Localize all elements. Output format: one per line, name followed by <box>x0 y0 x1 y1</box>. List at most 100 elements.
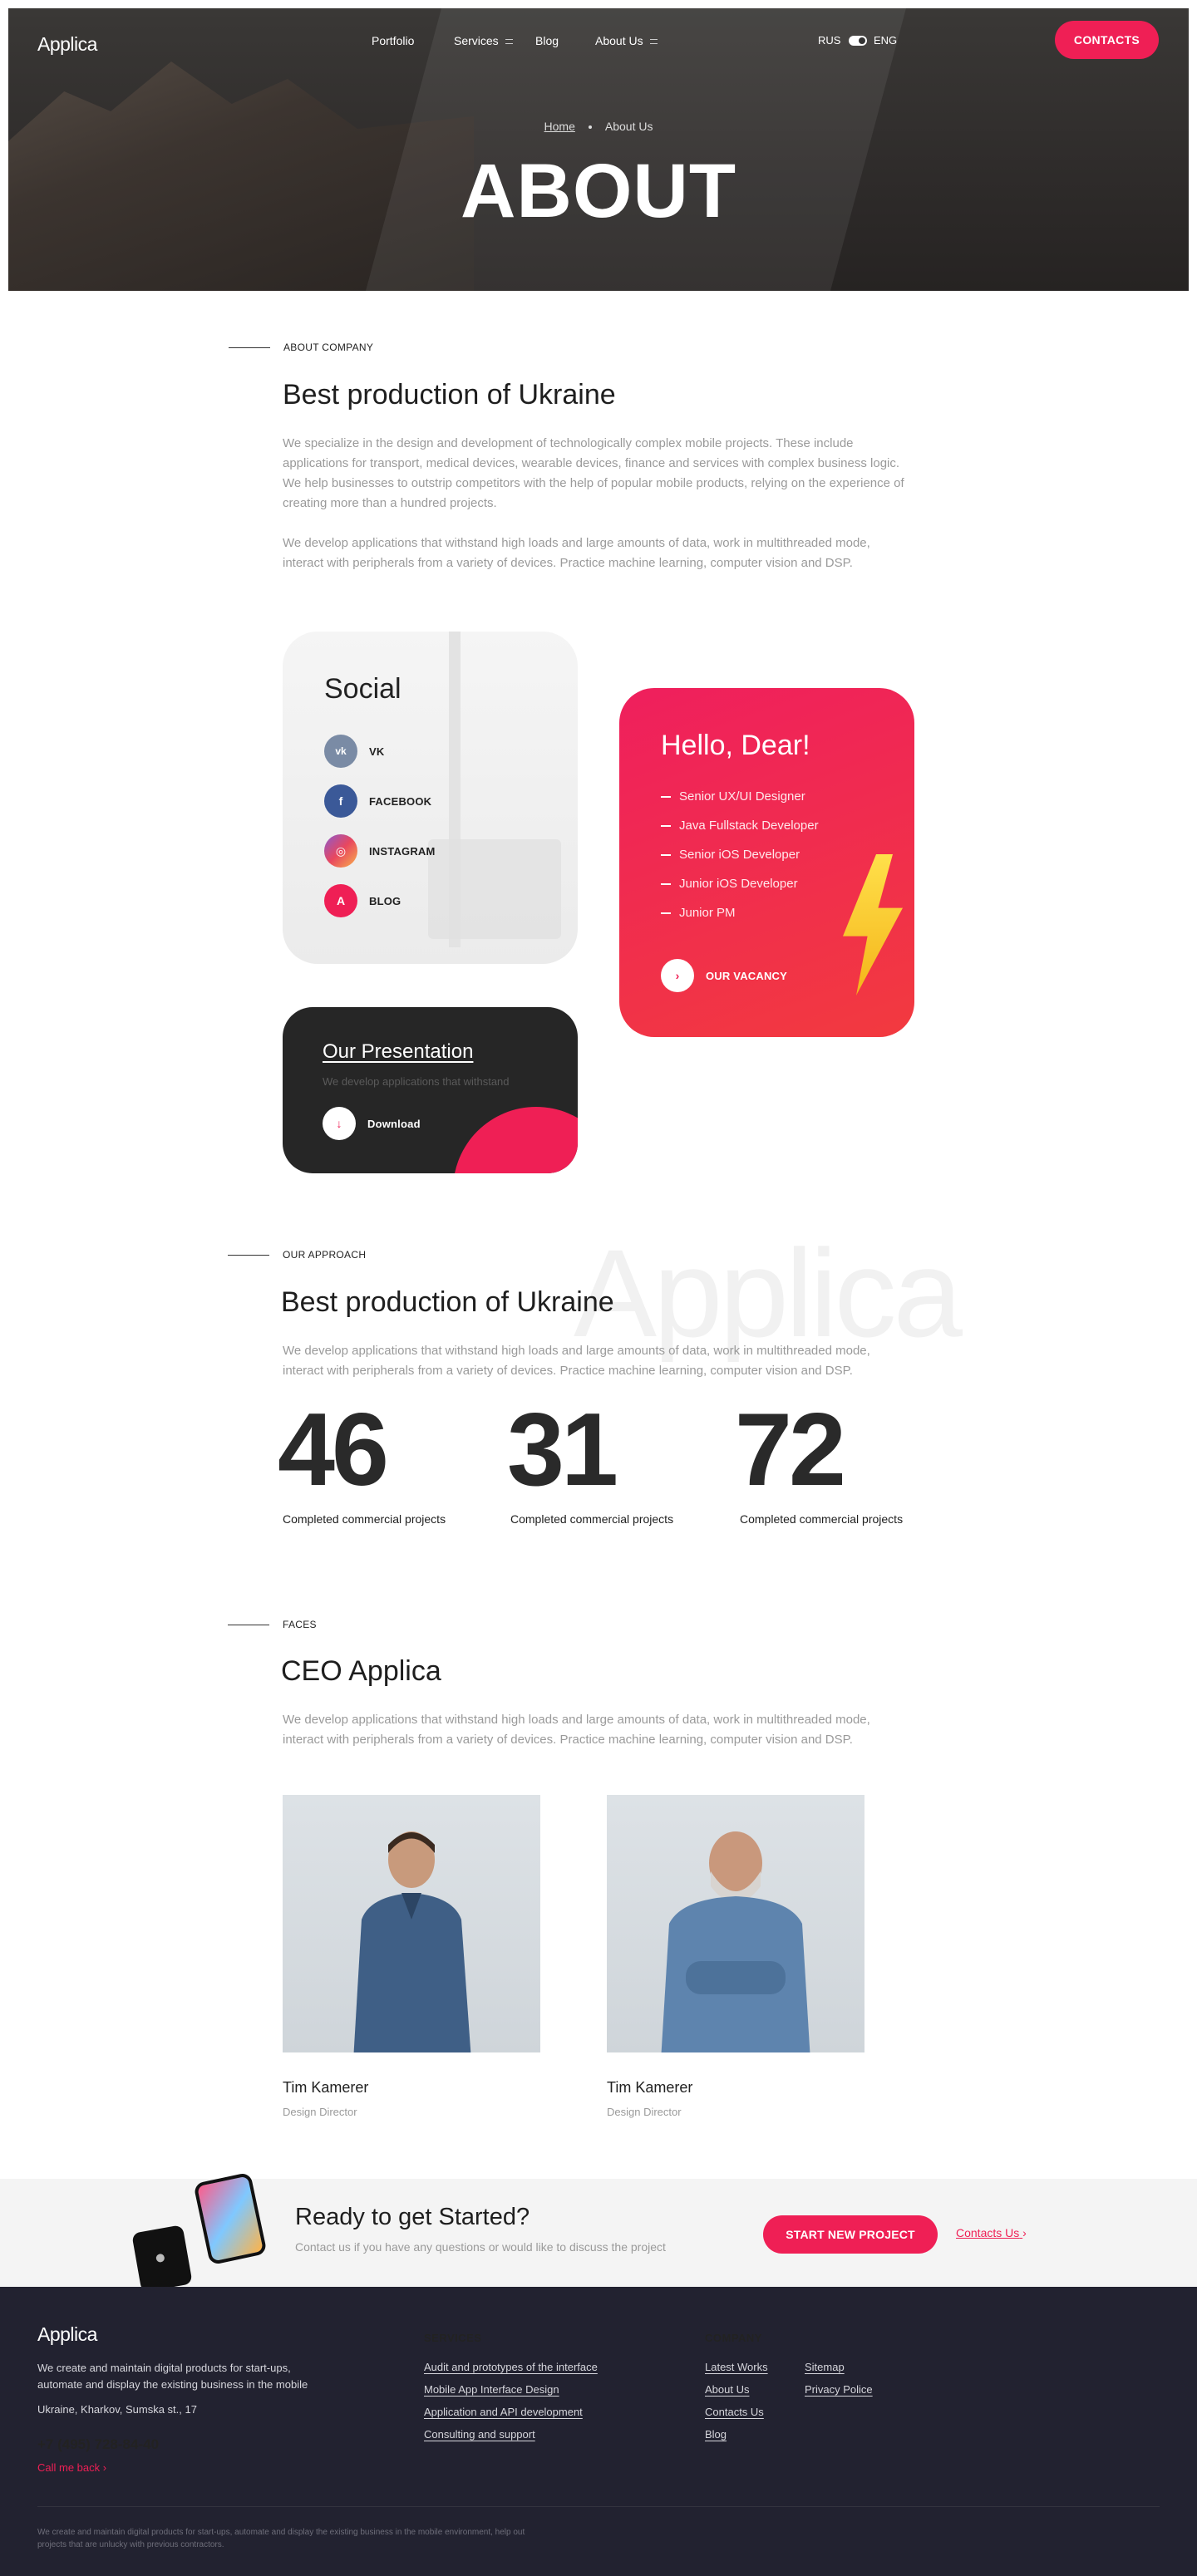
cta-subtitle: Contact us if you have any questions or … <box>295 2240 666 2254</box>
call-me-back-label: Call me back <box>37 2461 101 2474</box>
footer-company-link[interactable]: About Us <box>705 2383 749 2396</box>
footer-company-heading: COMPANY <box>705 2332 762 2344</box>
vacancy-item[interactable]: Junior PM <box>661 906 736 920</box>
hero-banner: Home About Us ABOUT <box>8 8 1189 291</box>
breadcrumb-current: About Us <box>604 120 653 133</box>
presentation-title[interactable]: Our Presentation <box>323 1040 473 1064</box>
social-label-vk: VK <box>369 745 385 758</box>
nav-blog[interactable]: Blog <box>535 34 559 47</box>
download-icon: ↓ <box>323 1107 356 1140</box>
vacancy-item[interactable]: Senior UX/UI Designer <box>661 789 805 804</box>
faces-title: CEO Applica <box>281 1655 441 1687</box>
stat-number: 31 <box>507 1393 618 1507</box>
lightning-icon <box>843 854 903 995</box>
social-item-blog[interactable]: A BLOG <box>324 884 401 917</box>
breadcrumb-home-link[interactable]: Home <box>544 120 575 133</box>
footer-company-link[interactable]: Sitemap <box>805 2361 845 2373</box>
vk-icon: vk <box>324 735 357 768</box>
footer-logo[interactable]: Applica <box>37 2323 97 2346</box>
footer-company-link[interactable]: Contacts Us <box>705 2406 764 2418</box>
social-item-vk[interactable]: vk VK <box>324 735 384 768</box>
download-button[interactable]: ↓ Download <box>323 1107 421 1140</box>
faces-paragraph: We develop applications that withstand h… <box>283 1713 870 1747</box>
section-label-faces: FACES <box>228 1619 317 1630</box>
contacts-us-link[interactable]: Contacts Us › <box>956 2226 1027 2239</box>
social-item-instagram[interactable]: ◎ INSTAGRAM <box>324 834 436 868</box>
vacancy-item[interactable]: Junior iOS Developer <box>661 877 798 891</box>
social-label-blog: BLOG <box>369 894 401 907</box>
section-label-approach: OUR APPROACH <box>227 1249 367 1261</box>
presentation-card: Our Presentation We develop applications… <box>283 1007 578 1173</box>
footer-company-link[interactable]: Blog <box>705 2428 727 2441</box>
nav-about[interactable]: About Us <box>595 34 658 47</box>
chevron-right-icon: › <box>102 2461 107 2474</box>
nav-services[interactable]: Services <box>454 34 513 47</box>
approach-paragraph: We develop applications that withstand h… <box>283 1344 870 1378</box>
approach-title: Best production of Ukraine <box>281 1286 614 1318</box>
person-name: Tim Kamerer <box>607 2079 693 2096</box>
footer-company-link[interactable]: Latest Works <box>705 2361 768 2373</box>
stat-number: 72 <box>735 1393 846 1507</box>
social-title: Social <box>324 673 401 705</box>
our-vacancy-label: OUR VACANCY <box>706 969 788 982</box>
contacts-us-label: Contacts Us <box>956 2226 1020 2239</box>
phone-image <box>131 2225 193 2293</box>
header-logo[interactable]: Applica <box>37 33 97 56</box>
social-card: Social vk VK f FACEBOOK ◎ INSTAGRAM A BL… <box>283 632 578 964</box>
section-label-about: ABOUT COMPANY <box>228 342 374 353</box>
chevron-right-icon: › <box>661 959 694 992</box>
vacancy-card: Hello, Dear! Senior UX/UI Designer Java … <box>619 688 914 1037</box>
lang-rus[interactable]: RUS <box>818 34 840 47</box>
presentation-subtitle: We develop applications that withstand <box>323 1075 510 1088</box>
start-new-project-button[interactable]: START NEW PROJECT <box>763 2215 938 2254</box>
stat-number: 46 <box>278 1393 389 1507</box>
footer-service-link[interactable]: Audit and prototypes of the interface <box>424 2361 598 2373</box>
page-title: ABOUT <box>460 149 737 234</box>
menu-icon <box>649 39 658 45</box>
vacancy-title: Hello, Dear! <box>661 730 810 761</box>
person-photo[interactable] <box>283 1795 540 2052</box>
chevron-right-icon: › <box>1022 2226 1027 2239</box>
footer-service-link[interactable]: Application and API development <box>424 2406 583 2418</box>
breadcrumb: Home About Us <box>8 120 1189 133</box>
footer-service-link[interactable]: Consulting and support <box>424 2428 535 2441</box>
stat-caption: Completed commercial projects <box>510 1512 674 1526</box>
person-photo[interactable] <box>607 1795 864 2052</box>
about-title: Best production of Ukraine <box>283 379 616 410</box>
footer-phone[interactable]: +7 (495) 728-84-40 <box>37 2436 159 2453</box>
blog-icon: A <box>324 884 357 917</box>
instagram-icon: ◎ <box>324 834 357 868</box>
person-figure <box>353 1831 471 2052</box>
footer-company-link[interactable]: Privacy Police <box>805 2383 873 2396</box>
decorative-blob <box>453 1107 578 1173</box>
facebook-icon: f <box>324 784 357 818</box>
download-label: Download <box>367 1117 421 1130</box>
footer-services-heading: SERVICES <box>424 2332 482 2344</box>
footer-address: Ukraine, Kharkov, Sumska st., 17 <box>37 2403 197 2416</box>
person-role: Design Director <box>283 2106 357 2118</box>
person-name: Tim Kamerer <box>283 2079 369 2096</box>
language-toggle[interactable] <box>849 36 867 46</box>
social-item-facebook[interactable]: f FACEBOOK <box>324 784 431 818</box>
person-role: Design Director <box>607 2106 682 2118</box>
nav-services-label: Services <box>454 34 499 47</box>
social-label-facebook: FACEBOOK <box>369 794 432 808</box>
background-desk <box>428 839 561 939</box>
stat-caption: Completed commercial projects <box>740 1512 904 1526</box>
call-me-back-link[interactable]: Call me back › <box>37 2461 106 2474</box>
stat-caption: Completed commercial projects <box>283 1512 446 1526</box>
contacts-button[interactable]: CONTACTS <box>1055 21 1159 59</box>
menu-icon <box>505 39 513 45</box>
about-paragraph-1: We specialize in the design and developm… <box>283 436 904 510</box>
vacancy-item[interactable]: Java Fullstack Developer <box>661 819 819 833</box>
vacancy-item[interactable]: Senior iOS Developer <box>661 848 800 862</box>
footer-bottom-text: We create and maintain digital products … <box>37 2528 525 2549</box>
footer-service-link[interactable]: Mobile App Interface Design <box>424 2383 559 2396</box>
nav-portfolio[interactable]: Portfolio <box>372 34 414 47</box>
footer-divider <box>37 2506 1160 2507</box>
about-paragraph-2: We develop applications that withstand h… <box>283 536 870 570</box>
lang-eng[interactable]: ENG <box>874 34 897 47</box>
social-label-instagram: INSTAGRAM <box>369 844 436 858</box>
our-vacancy-button[interactable]: › OUR VACANCY <box>661 959 787 992</box>
footer-description: We create and maintain digital products … <box>37 2362 308 2391</box>
